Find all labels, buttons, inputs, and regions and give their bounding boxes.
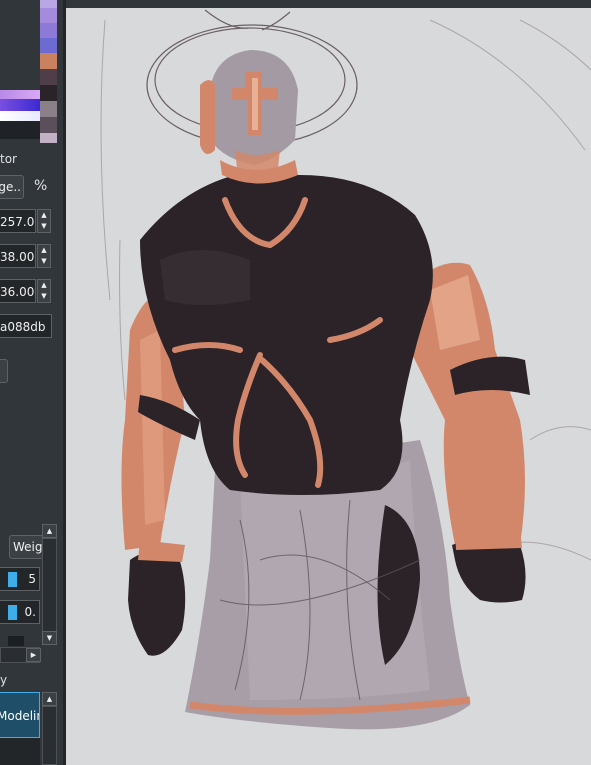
spin-arrows[interactable]: ▲ ▼	[37, 209, 51, 233]
palette-swatch[interactable]	[40, 85, 57, 101]
palette-swatch[interactable]	[40, 8, 57, 23]
palette-swatch[interactable]	[40, 117, 57, 133]
color-value-field-1[interactable]: 257.00	[0, 209, 36, 233]
arrow-down-icon: ▼	[41, 222, 47, 230]
painting-artwork	[100, 9, 591, 730]
arrow-up-icon: ▲	[41, 211, 47, 219]
gradient-strip[interactable]	[0, 111, 40, 121]
color-value-field-3[interactable]: 36.00	[0, 279, 36, 303]
palette-swatch[interactable]	[40, 133, 57, 143]
scroll-up-button[interactable]: ▲	[42, 524, 57, 538]
gradient-strip[interactable]	[0, 121, 40, 139]
layer-item[interactable]	[0, 738, 40, 765]
scroll-right-button[interactable]: ▶	[26, 648, 41, 662]
opacity-slider[interactable]: 5	[0, 567, 40, 591]
arrow-up-icon: ▲	[41, 246, 47, 254]
layers-scroll-up-button[interactable]: ▲	[42, 692, 57, 706]
layer-name: Modelin	[0, 709, 39, 723]
arrow-up-icon: ▲	[41, 281, 47, 289]
arrow-down-icon: ▼	[41, 292, 47, 300]
opacity-slider-fill	[8, 572, 17, 587]
palette-swatch[interactable]	[40, 38, 57, 53]
canvas-top-bar	[66, 0, 591, 8]
palette-swatch[interactable]	[40, 23, 57, 38]
layer-item-selected[interactable]: Modelin	[0, 692, 40, 738]
layers-panel-title: y	[0, 673, 8, 687]
brush-panel-scrollbar[interactable]	[42, 538, 57, 632]
palette-swatch[interactable]	[40, 69, 57, 85]
scroll-down-button[interactable]: ▼	[42, 631, 57, 645]
color-apply-button[interactable]	[0, 359, 8, 383]
hex-color-field[interactable]: a088db	[0, 314, 52, 338]
color-value-field-2[interactable]: 38.00	[0, 244, 36, 268]
color-mode-button[interactable]: ge..	[0, 175, 24, 199]
left-docker-panel: tor ge.. % 257.00 ▲▼ 38.00 ▲▼ 36.00 ▲▼ a…	[0, 0, 63, 765]
flow-slider-fill	[8, 605, 17, 620]
blending-mode-button[interactable]: Weig	[9, 535, 44, 559]
gradient-strip[interactable]	[0, 99, 40, 111]
arrow-down-icon: ▼	[41, 257, 47, 265]
extra-option-swatch[interactable]	[8, 636, 24, 646]
flow-slider[interactable]: 0.	[0, 600, 40, 624]
color-selector-title: tor	[0, 152, 17, 166]
spin-arrows[interactable]: ▲ ▼	[37, 279, 51, 303]
palette-swatch[interactable]	[40, 101, 57, 117]
opacity-value: 5	[28, 572, 36, 586]
drawing-canvas[interactable]	[66, 0, 591, 765]
flow-value: 0.	[24, 605, 36, 619]
percent-label: %	[34, 178, 48, 194]
spin-arrows[interactable]: ▲ ▼	[37, 244, 51, 268]
layers-scrollbar[interactable]	[42, 706, 57, 765]
gradient-strip[interactable]	[0, 90, 40, 99]
palette-swatch[interactable]	[40, 53, 57, 69]
